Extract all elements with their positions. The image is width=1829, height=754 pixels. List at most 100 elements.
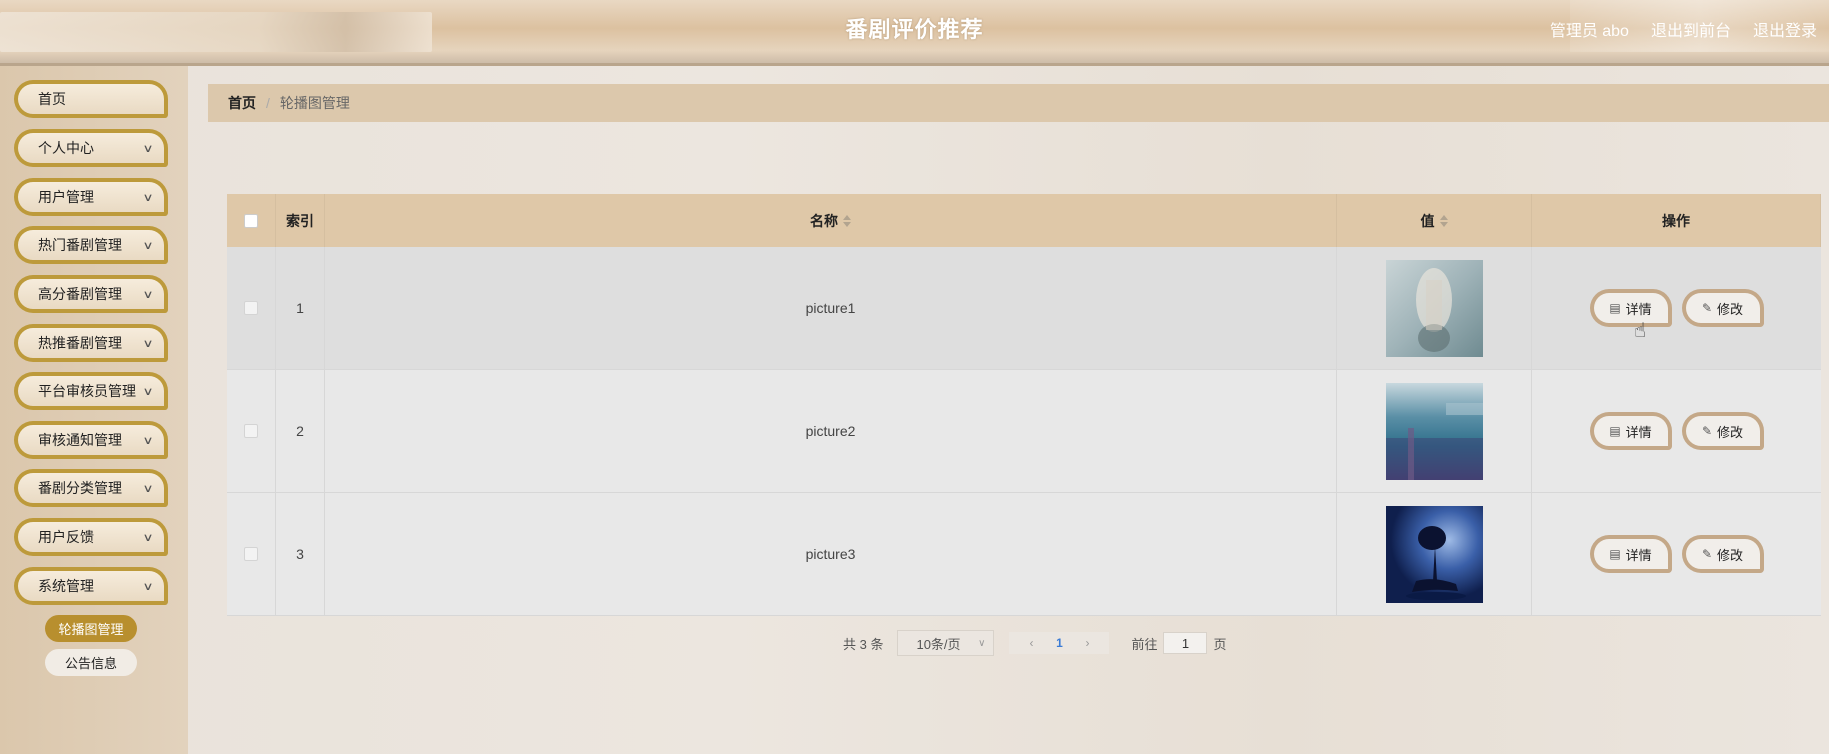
detail-button[interactable]: ▤ 详情 bbox=[1589, 412, 1672, 450]
row-value bbox=[1337, 493, 1532, 616]
sidebar-item-label: 系统管理 bbox=[38, 578, 94, 594]
document-icon: ▤ bbox=[1609, 301, 1621, 315]
page-size-value: 10条/页 bbox=[916, 636, 961, 652]
row-checkbox[interactable] bbox=[244, 424, 258, 438]
sidebar-item-label: 平台审核员管理 bbox=[38, 383, 136, 399]
select-all-checkbox[interactable] bbox=[244, 213, 258, 228]
sidebar-item-home[interactable]: 首页 bbox=[14, 80, 168, 118]
current-page[interactable]: 1 bbox=[1045, 636, 1073, 650]
header-actions: 管理员 abo 退出到前台 退出登录 bbox=[1550, 17, 1817, 41]
goto-page-input[interactable]: 1 bbox=[1163, 632, 1208, 654]
row-ops: ▤ 详情 ✎ 修改 bbox=[1532, 247, 1821, 370]
header-ops: 操作 bbox=[1532, 194, 1821, 247]
header-checkbox-cell bbox=[227, 194, 276, 247]
header-value-label: 值 bbox=[1420, 212, 1435, 229]
sidebar-subitem-announcements[interactable]: 公告信息 bbox=[45, 649, 137, 676]
sidebar-item-hot-anime[interactable]: 热门番剧管理 ∨ bbox=[14, 226, 168, 264]
chevron-down-icon: ∨ bbox=[142, 385, 154, 398]
sidebar-item-recommended-anime[interactable]: 热推番剧管理 ∨ bbox=[14, 324, 168, 362]
pagination: 共 3 条 10条/页 ∨ ‹ 1 › 前往 1 页 bbox=[843, 630, 1227, 656]
edit-button[interactable]: ✎ 修改 bbox=[1681, 412, 1764, 450]
edit-button[interactable]: ✎ 修改 bbox=[1681, 289, 1764, 327]
row-checkbox-cell bbox=[227, 370, 276, 493]
edit-icon: ✎ bbox=[1701, 301, 1713, 315]
sidebar-item-label: 热推番剧管理 bbox=[38, 335, 122, 351]
row-name: picture3 bbox=[325, 493, 1337, 616]
document-icon: ▤ bbox=[1609, 547, 1621, 561]
row-index: 1 bbox=[276, 247, 325, 370]
sidebar-item-high-score-anime[interactable]: 高分番剧管理 ∨ bbox=[14, 275, 168, 313]
detail-button[interactable]: ▤ 详情 bbox=[1589, 289, 1672, 327]
sidebar-item-label: 用户管理 bbox=[38, 189, 94, 205]
row-checkbox[interactable] bbox=[244, 301, 258, 315]
chevron-down-icon: ∨ bbox=[142, 580, 154, 593]
row-index: 2 bbox=[276, 370, 325, 493]
sidebar-item-label: 个人中心 bbox=[38, 140, 94, 156]
chevron-down-icon: ∨ bbox=[142, 482, 154, 495]
carousel-thumbnail[interactable] bbox=[1385, 382, 1483, 480]
header-index: 索引 bbox=[276, 194, 325, 247]
sidebar-item-user-management[interactable]: 用户管理 ∨ bbox=[14, 178, 168, 216]
sidebar-subitem-carousel[interactable]: 轮播图管理 bbox=[45, 615, 137, 642]
chevron-down-icon: ∨ bbox=[142, 337, 154, 350]
top-header: 番剧评价推荐 管理员 abo 退出到前台 退出登录 bbox=[0, 0, 1829, 66]
to-front-link[interactable]: 退出到前台 bbox=[1651, 17, 1731, 41]
goto-suffix: 页 bbox=[1213, 636, 1227, 652]
breadcrumb-current: 轮播图管理 bbox=[279, 95, 350, 111]
chevron-down-icon: ∨ bbox=[142, 531, 154, 544]
table-row: 3 picture3 ▤ 详情 ✎ 修改 bbox=[227, 493, 1821, 616]
sidebar-item-label: 热门番剧管理 bbox=[38, 237, 122, 253]
sort-icon[interactable] bbox=[1439, 214, 1448, 227]
detail-label: 详情 bbox=[1625, 424, 1652, 440]
carousel-thumbnail[interactable] bbox=[1385, 505, 1483, 603]
chevron-down-icon: ∨ bbox=[142, 434, 154, 447]
detail-button[interactable]: ▤ 详情 bbox=[1589, 535, 1672, 573]
header-name[interactable]: 名称 bbox=[325, 194, 1337, 247]
table-row: 1 picture1 ▤ 详情 ✎ 修改 bbox=[227, 247, 1821, 370]
sidebar-item-categories[interactable]: 番剧分类管理 ∨ bbox=[14, 469, 168, 507]
sidebar-item-label: 番剧分类管理 bbox=[38, 480, 122, 496]
row-name: picture1 bbox=[325, 247, 1337, 370]
carousel-thumbnail[interactable] bbox=[1385, 259, 1483, 357]
sidebar-item-reviewers[interactable]: 平台审核员管理 ∨ bbox=[14, 372, 168, 410]
chevron-down-icon: ∨ bbox=[142, 288, 154, 301]
sort-icon[interactable] bbox=[843, 214, 851, 227]
sidebar: 首页 个人中心 ∨ 用户管理 ∨ 热门番剧管理 ∨ 高分番剧管理 ∨ 热推番剧管… bbox=[0, 66, 188, 754]
sidebar-item-review-notices[interactable]: 审核通知管理 ∨ bbox=[14, 421, 168, 459]
row-checkbox-cell bbox=[227, 493, 276, 616]
row-checkbox[interactable] bbox=[244, 547, 258, 561]
chevron-down-icon: ∨ bbox=[978, 637, 986, 649]
sidebar-item-system[interactable]: 系统管理 ∨ bbox=[14, 567, 168, 605]
sidebar-item-personal-center[interactable]: 个人中心 ∨ bbox=[14, 129, 168, 167]
header-value[interactable]: 值 bbox=[1337, 194, 1532, 247]
edit-icon: ✎ bbox=[1701, 424, 1713, 438]
row-ops: ▤ 详情 ✎ 修改 bbox=[1532, 370, 1821, 493]
row-name: picture2 bbox=[325, 370, 1337, 493]
edit-label: 修改 bbox=[1717, 547, 1744, 563]
chevron-down-icon: ∨ bbox=[142, 191, 154, 204]
next-page-icon[interactable]: › bbox=[1073, 636, 1101, 650]
sidebar-item-feedback[interactable]: 用户反馈 ∨ bbox=[14, 518, 168, 556]
edit-button[interactable]: ✎ 修改 bbox=[1681, 535, 1764, 573]
edit-label: 修改 bbox=[1717, 424, 1744, 440]
table-header: 索引 名称 值 操作 bbox=[227, 194, 1821, 247]
logout-link[interactable]: 退出登录 bbox=[1753, 17, 1817, 41]
prev-page-icon[interactable]: ‹ bbox=[1017, 636, 1045, 650]
breadcrumb-home[interactable]: 首页 bbox=[228, 93, 256, 113]
sidebar-item-label: 审核通知管理 bbox=[38, 432, 122, 448]
page-size-select[interactable]: 10条/页 ∨ bbox=[897, 630, 995, 656]
total-count: 共 3 条 bbox=[843, 636, 884, 652]
breadcrumb: 首页 / 轮播图管理 bbox=[208, 84, 1829, 122]
row-value bbox=[1337, 370, 1532, 493]
sidebar-item-label: 首页 bbox=[38, 91, 66, 107]
sidebar-item-label: 高分番剧管理 bbox=[38, 286, 122, 302]
edit-label: 修改 bbox=[1717, 301, 1744, 317]
carousel-table: 索引 名称 值 操作 1 picture1 ▤ 详情 ✎ 修改 2 pictur… bbox=[227, 194, 1821, 618]
chevron-down-icon: ∨ bbox=[142, 142, 154, 155]
document-icon: ▤ bbox=[1609, 424, 1621, 438]
detail-label: 详情 bbox=[1625, 301, 1652, 317]
header-name-label: 名称 bbox=[810, 212, 838, 229]
goto-prefix: 前往 bbox=[1131, 636, 1158, 652]
admin-label: 管理员 abo bbox=[1549, 23, 1629, 40]
edit-icon: ✎ bbox=[1701, 547, 1713, 561]
